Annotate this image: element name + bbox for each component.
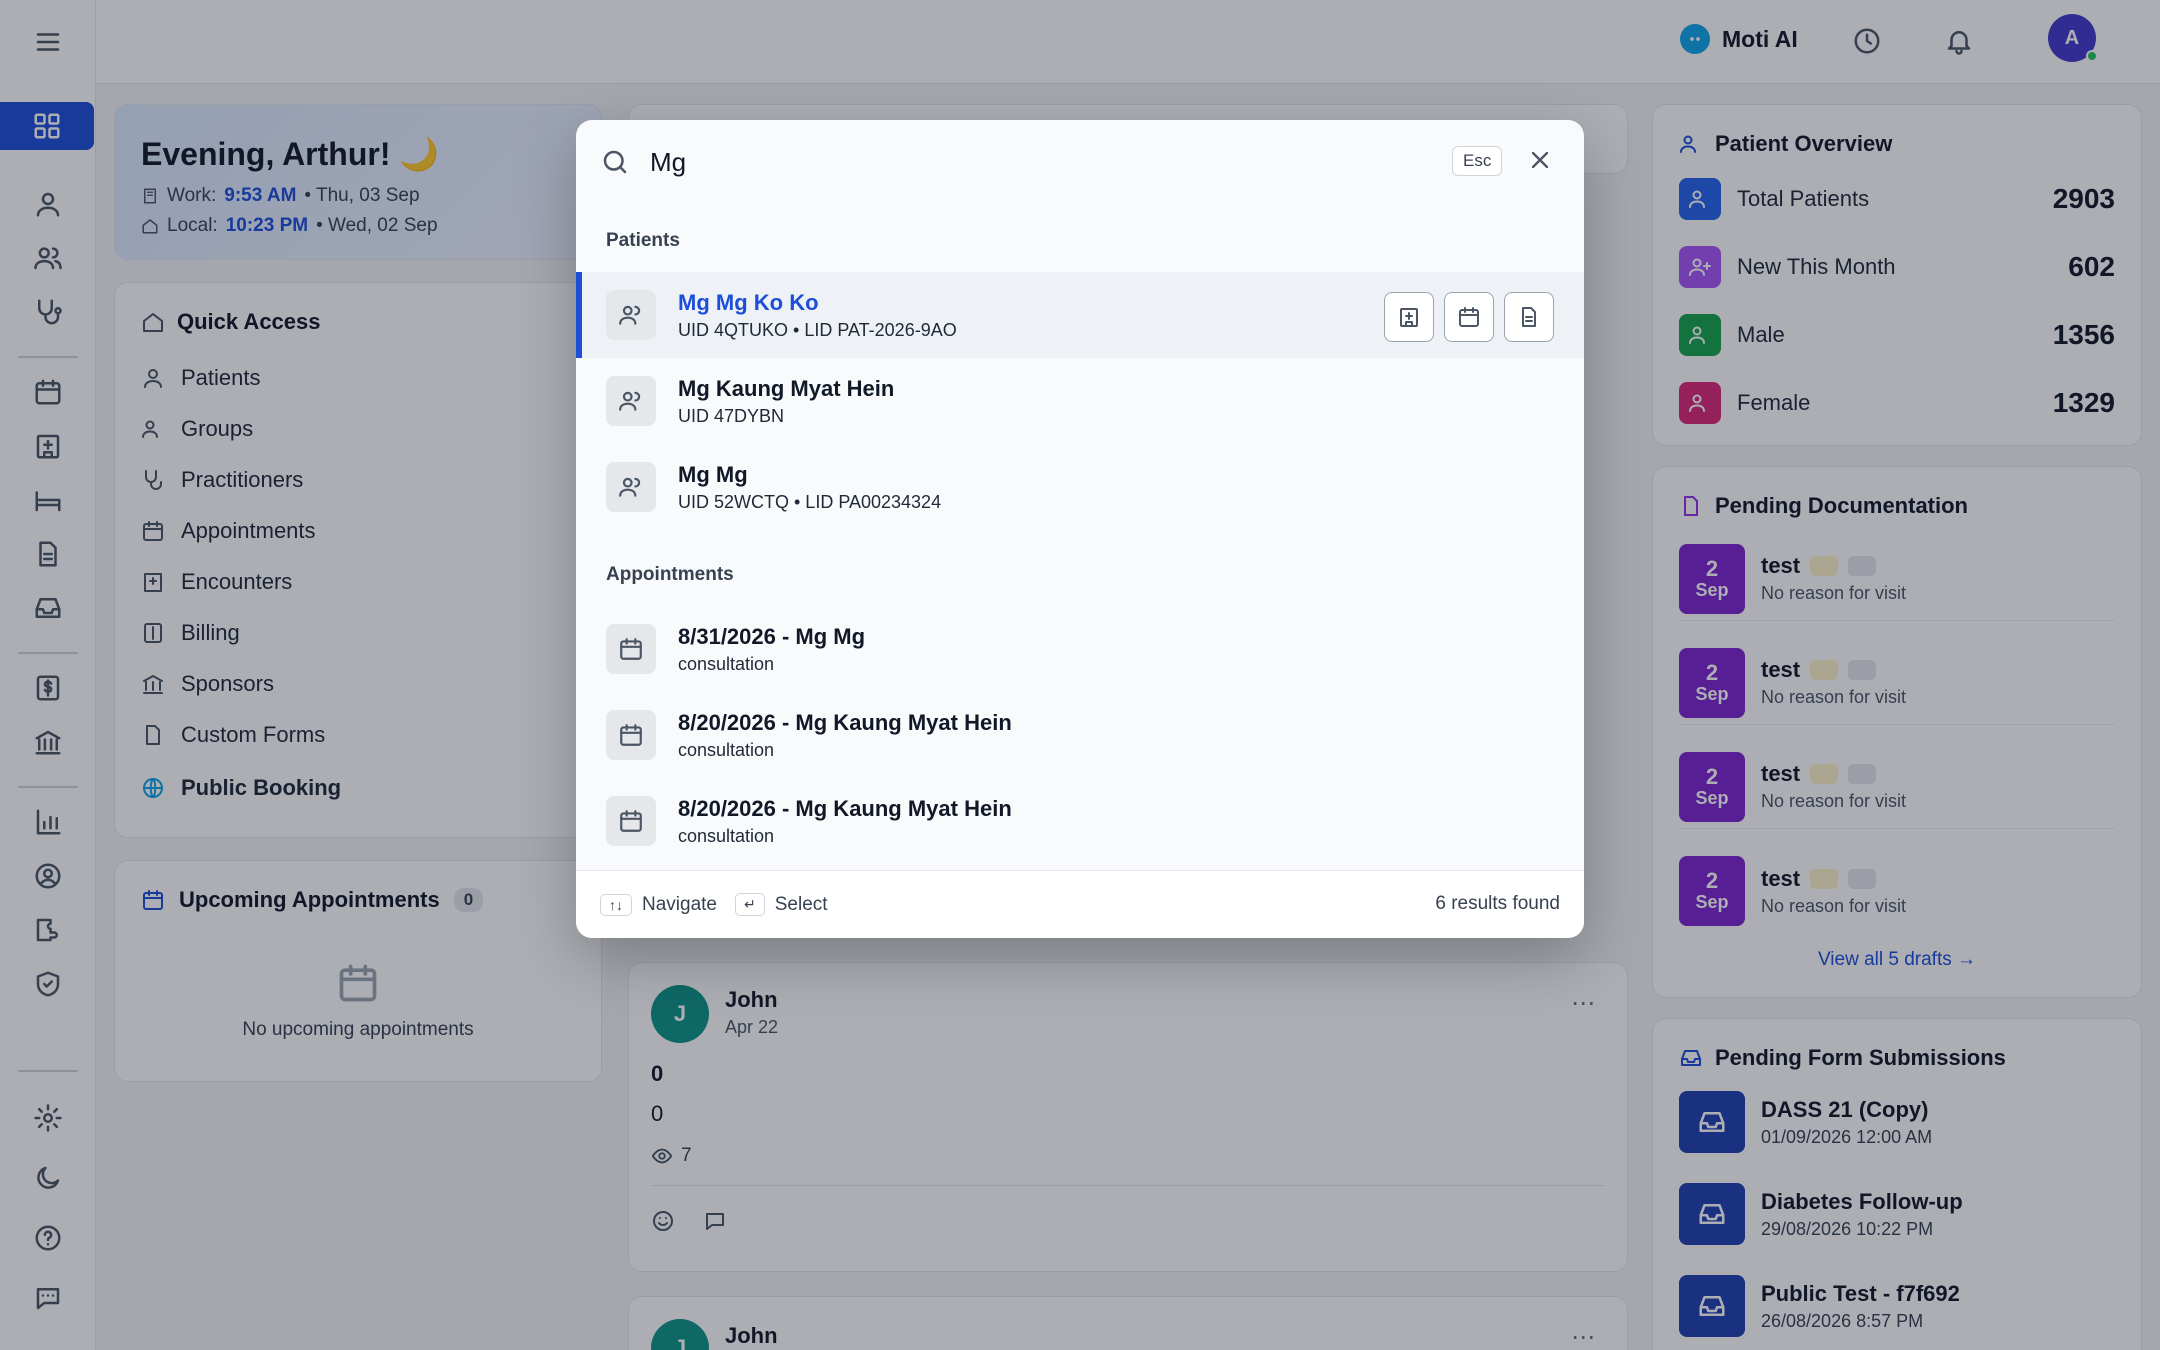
users-icon	[606, 290, 656, 340]
results-count: 6 results found	[1435, 893, 1560, 914]
book-appointment-button[interactable]	[1444, 292, 1494, 342]
calendar-icon	[606, 710, 656, 760]
calendar-icon	[606, 796, 656, 846]
patient-result[interactable]: Mg Mg Ko Ko UID 4QTUKO • LID PAT-2026-9AO	[576, 272, 1584, 358]
new-encounter-button[interactable]	[1384, 292, 1434, 342]
appointment-result[interactable]: 8/20/2026 - Mg Kaung Myat Hein consultati…	[576, 778, 1584, 864]
navigate-label: Navigate	[642, 893, 717, 915]
users-icon	[606, 462, 656, 512]
patient-result[interactable]: Mg Kaung Myat Hein UID 47DYBN	[576, 358, 1584, 444]
result-title: Mg Kaung Myat Hein	[678, 375, 895, 401]
result-subtitle: consultation	[678, 739, 775, 760]
select-key-hint: ↵	[735, 893, 765, 916]
hospital-icon	[1400, 308, 1418, 327]
result-title: Mg Mg Ko Ko	[678, 289, 819, 315]
close-icon	[1531, 151, 1549, 169]
close-button[interactable]	[1526, 146, 1554, 174]
appointment-result[interactable]: 8/20/2026 - Mg Kaung Myat Hein consultati…	[576, 692, 1584, 778]
search-icon	[603, 150, 627, 174]
patient-result[interactable]: Mg Mg UID 52WCTQ • LID PA00234324	[576, 444, 1584, 530]
document-icon	[1522, 307, 1536, 327]
result-title: 8/20/2026 - Mg Kaung Myat Hein	[678, 709, 1012, 735]
calendar-icon	[1459, 307, 1479, 327]
select-label: Select	[774, 893, 828, 915]
esc-key-hint: Esc	[1452, 146, 1503, 176]
search-input[interactable]	[650, 146, 1430, 178]
result-title: 8/31/2026 - Mg Mg	[678, 623, 866, 649]
result-subtitle: UID 47DYBN	[678, 405, 785, 426]
search-footer: ↑↓ Navigate ↵ Select 6 results found	[576, 870, 1584, 938]
result-subtitle: consultation	[678, 653, 775, 674]
result-title: Mg Mg	[678, 461, 748, 487]
search-modal: Esc Patients Mg Mg Ko Ko UID 4QTUKO • LID…	[576, 120, 1584, 938]
patients-section-label: Patients	[606, 230, 680, 251]
patient-record-button[interactable]	[1504, 292, 1554, 342]
result-title: 8/20/2026 - Mg Kaung Myat Hein	[678, 795, 1012, 821]
appointments-section-label: Appointments	[606, 564, 734, 585]
appointment-result[interactable]: 8/31/2026 - Mg Mg consultation	[576, 606, 1584, 692]
result-subtitle: UID 4QTUKO • LID PAT-2026-9AO	[678, 319, 957, 340]
result-actions	[1384, 292, 1554, 342]
result-subtitle: UID 52WCTQ • LID PA00234324	[678, 491, 942, 512]
users-icon	[606, 376, 656, 426]
result-subtitle: consultation	[678, 825, 775, 846]
search-bar	[576, 120, 1584, 204]
calendar-icon	[606, 624, 656, 674]
navigate-key-hint: ↑↓	[600, 893, 632, 916]
